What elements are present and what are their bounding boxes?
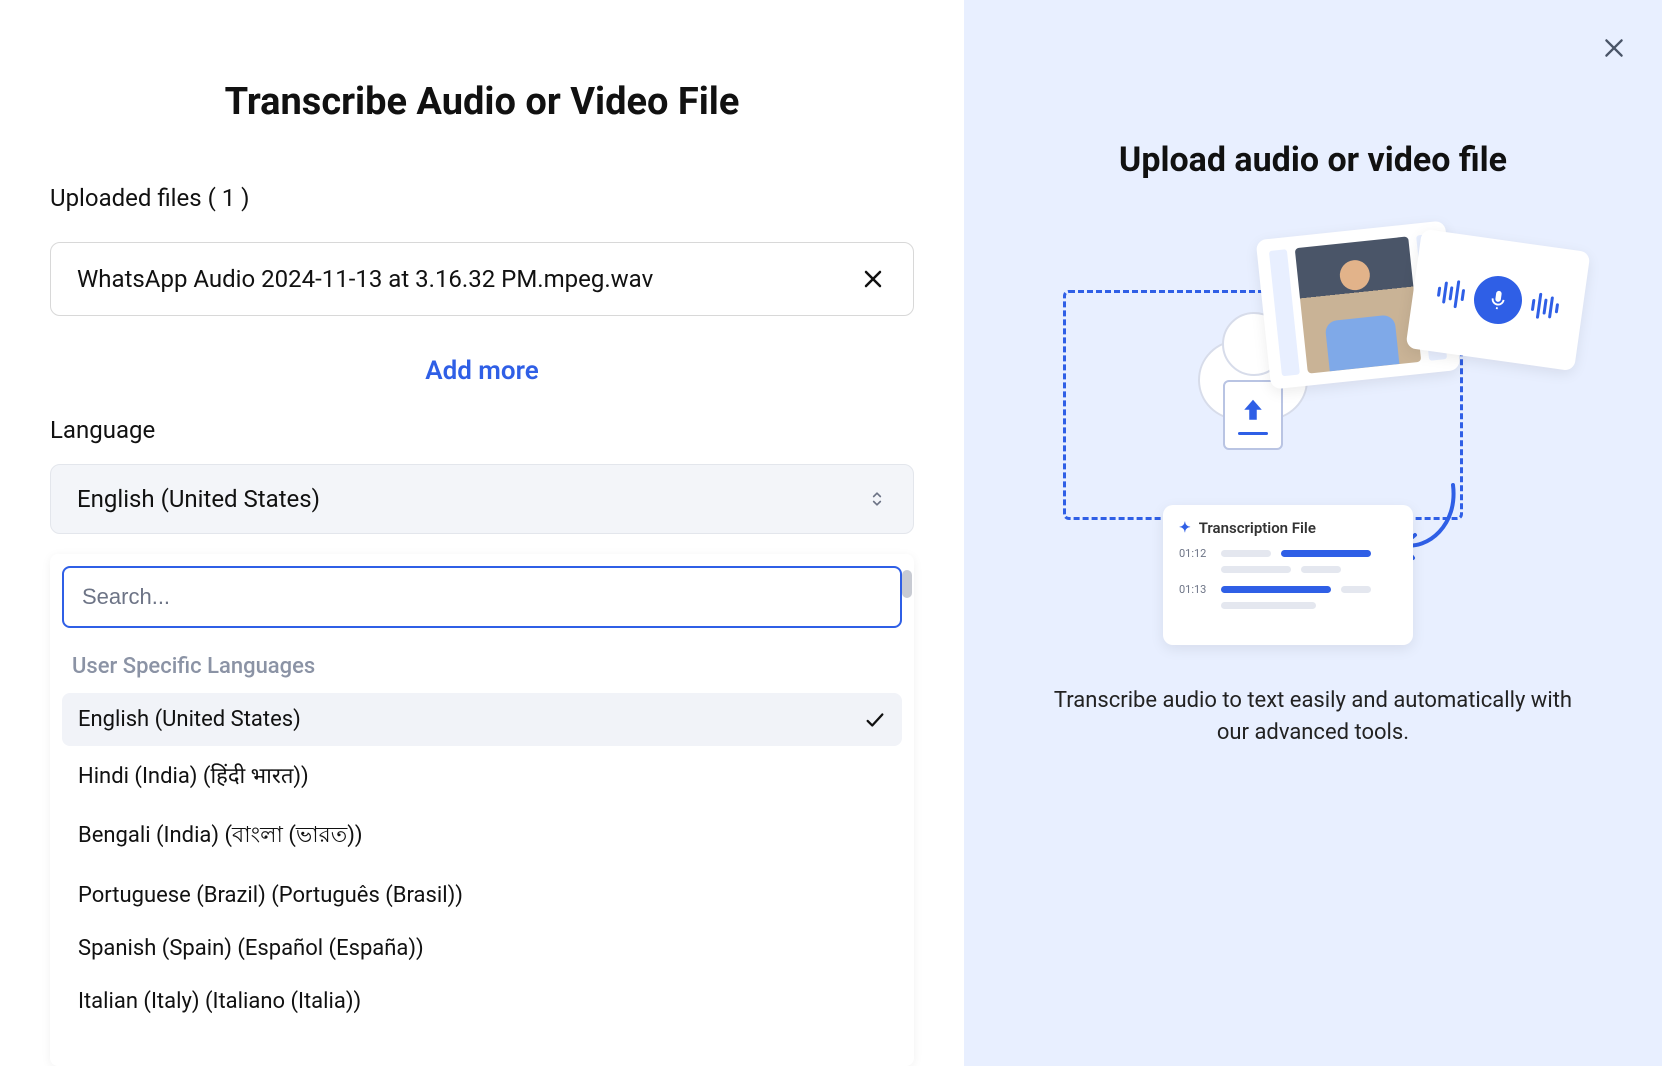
language-option-label: Hindi (India) (हिंदी भारत)) bbox=[78, 760, 309, 790]
transcription-result-card: ✦ Transcription File 01:12 01:13 bbox=[1163, 505, 1413, 645]
language-dropdown: User Specific Languages English (United … bbox=[50, 554, 914, 1066]
scrollbar-thumb[interactable] bbox=[902, 570, 912, 598]
language-option[interactable]: Italian (Italy) (Italiano (Italia)) bbox=[62, 975, 902, 1028]
language-option-label: Bengali (India) (বাংলা (ভারত)) bbox=[78, 818, 363, 855]
language-option-label: Spanish (Spain) (Español (España)) bbox=[78, 936, 424, 961]
close-icon bbox=[861, 267, 885, 291]
upload-arrow-card bbox=[1223, 380, 1283, 450]
language-option[interactable]: Spanish (Spain) (Español (España)) bbox=[62, 922, 902, 975]
right-panel: Upload audio or video file bbox=[964, 0, 1662, 1066]
language-option-label: Portuguese (Brazil) (Português (Brasil)) bbox=[78, 883, 463, 908]
chevron-sort-icon bbox=[867, 489, 887, 509]
uploaded-file-row: WhatsApp Audio 2024-11-13 at 3.16.32 PM.… bbox=[50, 242, 914, 316]
uploaded-file-name: WhatsApp Audio 2024-11-13 at 3.16.32 PM.… bbox=[77, 265, 653, 293]
waveform-left-icon bbox=[1436, 278, 1467, 309]
language-label: Language bbox=[50, 416, 914, 444]
language-option-label: English (United States) bbox=[78, 707, 301, 732]
right-panel-description: Transcribe audio to text easily and auto… bbox=[1043, 685, 1583, 749]
upload-illustration: ✦ Transcription File 01:12 01:13 bbox=[1033, 230, 1593, 650]
language-select[interactable]: English (United States) bbox=[50, 464, 914, 534]
sparkle-icon: ✦ bbox=[1179, 520, 1191, 536]
timestamp: 01:13 bbox=[1179, 583, 1211, 596]
language-option[interactable]: Hindi (India) (हिंदी भारत)) bbox=[62, 746, 902, 804]
left-panel: Transcribe Audio or Video File Uploaded … bbox=[0, 0, 964, 1066]
language-select-value: English (United States) bbox=[77, 485, 320, 513]
language-list: User Specific Languages English (United … bbox=[50, 640, 914, 1028]
page-title: Transcribe Audio or Video File bbox=[50, 80, 914, 124]
timestamp: 01:12 bbox=[1179, 547, 1211, 560]
microphone-icon bbox=[1471, 273, 1525, 327]
upload-arrow-icon bbox=[1238, 396, 1268, 426]
close-icon bbox=[1601, 35, 1627, 61]
waveform-right-icon bbox=[1530, 292, 1560, 322]
language-option-label: Italian (Italy) (Italiano (Italia)) bbox=[78, 989, 361, 1014]
language-option[interactable]: Portuguese (Brazil) (Português (Brasil)) bbox=[62, 869, 902, 922]
right-panel-title: Upload audio or video file bbox=[1119, 140, 1507, 180]
language-search-input[interactable] bbox=[62, 566, 902, 628]
language-option[interactable]: English (United States) bbox=[62, 693, 902, 746]
uploaded-files-label: Uploaded files ( 1 ) bbox=[50, 184, 914, 212]
remove-file-button[interactable] bbox=[859, 265, 887, 293]
close-dialog-button[interactable] bbox=[1596, 30, 1632, 66]
transcription-card-title: Transcription File bbox=[1199, 519, 1316, 537]
check-icon bbox=[864, 709, 886, 731]
language-option[interactable]: Bengali (India) (বাংলা (ভারত)) bbox=[62, 804, 902, 869]
audio-waveform-card bbox=[1405, 229, 1590, 371]
add-more-button[interactable]: Add more bbox=[50, 356, 914, 386]
language-group-header: User Specific Languages bbox=[62, 640, 902, 693]
